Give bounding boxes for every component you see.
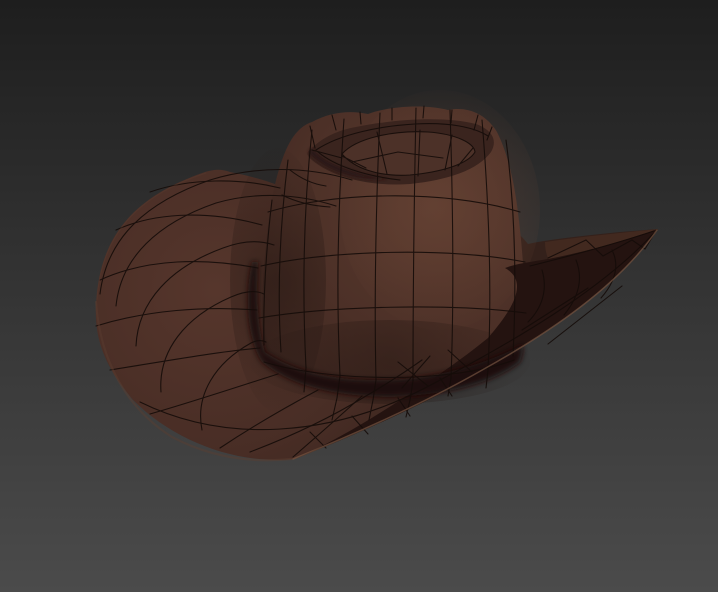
render-canvas — [0, 0, 718, 592]
viewport-3d[interactable] — [0, 0, 718, 592]
